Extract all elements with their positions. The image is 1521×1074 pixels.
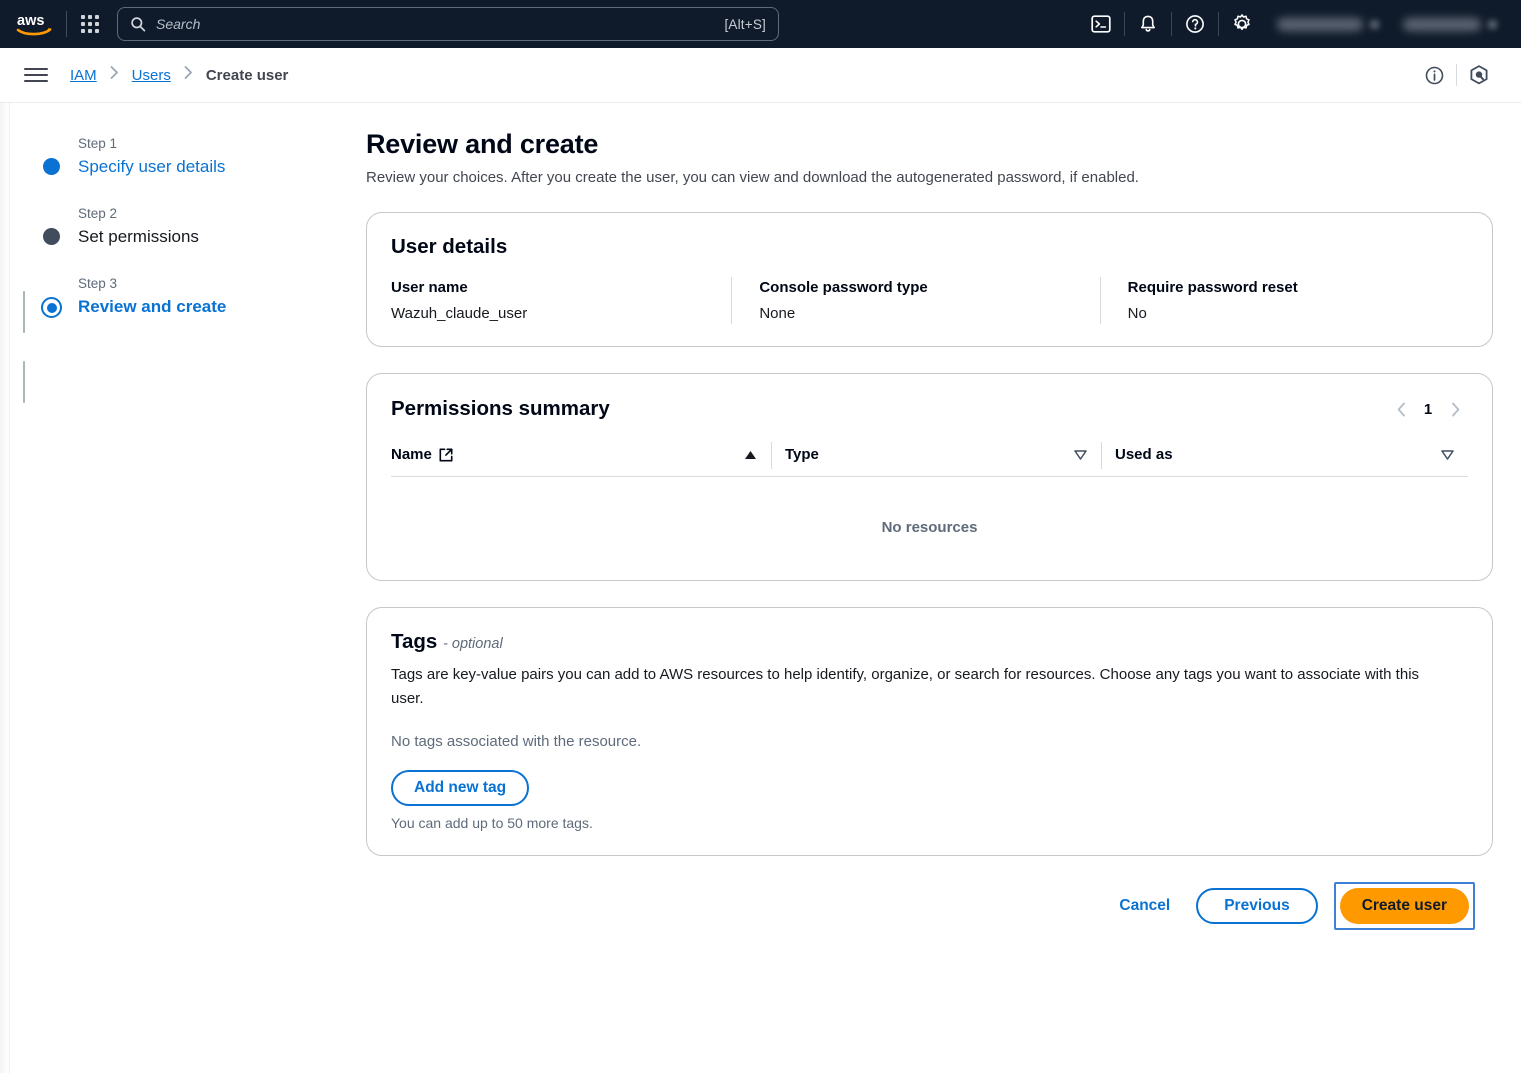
breadcrumb-item-users[interactable]: Users	[132, 67, 171, 84]
detail-console-password-type: Console password type None	[731, 279, 1099, 322]
account-label	[1403, 18, 1481, 31]
column-header-type[interactable]: Type	[771, 446, 1101, 463]
search-icon	[130, 16, 146, 32]
pagination-page-1[interactable]: 1	[1418, 401, 1438, 418]
user-details-card: User details User name Wazuh_claude_user…	[366, 212, 1493, 347]
region-selector[interactable]	[1265, 0, 1391, 48]
top-navigation-bar: aws [Alt+S]	[0, 0, 1521, 48]
external-link-icon	[439, 448, 453, 462]
wizard-step-2[interactable]: Step 2 Set permissions	[38, 205, 362, 248]
tags-optional-label: - optional	[443, 636, 503, 652]
previous-button[interactable]: Previous	[1196, 888, 1317, 924]
aws-logo[interactable]: aws	[14, 10, 56, 38]
breadcrumb: IAM Users Create user	[70, 66, 288, 84]
column-header-name[interactable]: Name	[391, 446, 771, 463]
step-connector	[23, 291, 26, 333]
breadcrumb-separator-icon	[110, 66, 119, 84]
create-user-button-focus-ring: Create user	[1334, 882, 1475, 930]
column-header-used-as[interactable]: Used as	[1101, 446, 1468, 463]
wizard-step-1[interactable]: Step 1 Specify user details	[38, 135, 362, 178]
step-dot-visited-icon	[43, 228, 60, 245]
notifications-bell-icon[interactable]	[1125, 0, 1171, 48]
settings-gear-icon[interactable]	[1219, 0, 1265, 48]
tags-limit-hint: You can add up to 50 more tags.	[391, 815, 1468, 831]
detail-user-name: User name Wazuh_claude_user	[391, 279, 731, 322]
breadcrumb-item-create-user: Create user	[206, 67, 289, 84]
step-connector	[23, 361, 26, 403]
permissions-summary-card: Permissions summary 1	[366, 373, 1493, 581]
main-content: Review and create Review your choices. A…	[362, 103, 1521, 1073]
sort-ascending-icon[interactable]	[744, 450, 771, 460]
page-body: Step 1 Specify user details Step 2 Set p…	[0, 103, 1521, 1073]
detail-label: User name	[391, 279, 707, 296]
detail-require-password-reset: Require password reset No	[1100, 279, 1468, 322]
top-nav-right-group	[1078, 0, 1509, 48]
step-1-kicker: Step 1	[78, 135, 362, 153]
table-header-row: Name	[391, 446, 1468, 477]
search-box[interactable]: [Alt+S]	[117, 7, 779, 41]
help-question-icon[interactable]	[1172, 0, 1218, 48]
detail-value: No	[1128, 305, 1444, 322]
column-header-label: Used as	[1115, 446, 1173, 463]
column-header-label: Type	[785, 446, 819, 463]
cloudshell-icon[interactable]	[1078, 0, 1124, 48]
step-1-title[interactable]: Specify user details	[78, 156, 362, 178]
pagination: 1	[1388, 396, 1468, 422]
create-user-button[interactable]: Create user	[1340, 888, 1469, 924]
sort-none-icon[interactable]	[1441, 450, 1468, 460]
user-details-grid: User name Wazuh_claude_user Console pass…	[391, 279, 1468, 322]
breadcrumb-separator-icon	[184, 66, 193, 84]
hamburger-menu-icon[interactable]	[24, 64, 48, 86]
chevron-down-icon	[1488, 20, 1497, 29]
detail-label: Require password reset	[1128, 279, 1444, 296]
apps-grid-icon[interactable]	[77, 11, 103, 37]
region-label	[1277, 18, 1363, 31]
step-3-title: Review and create	[78, 296, 362, 318]
page-subtitle: Review your choices. After you create th…	[366, 169, 1493, 186]
nav-divider	[66, 11, 67, 37]
add-new-tag-button[interactable]: Add new tag	[391, 770, 529, 806]
tags-description: Tags are key-value pairs you can add to …	[391, 663, 1431, 711]
user-details-heading: User details	[391, 235, 1468, 259]
detail-value: None	[759, 305, 1075, 322]
wizard-actions: Cancel Previous Create user	[366, 882, 1493, 930]
tags-heading: Tags - optional	[391, 630, 1468, 654]
side-panel-edge	[0, 103, 10, 1073]
search-input[interactable]	[156, 16, 724, 32]
chevron-left-icon	[1396, 402, 1407, 417]
sort-none-icon[interactable]	[1074, 450, 1101, 460]
wizard-step-navigation: Step 1 Specify user details Step 2 Set p…	[10, 103, 362, 1073]
pagination-next-button[interactable]	[1442, 396, 1468, 422]
column-header-label: Name	[391, 446, 432, 463]
step-dot-current-icon	[41, 297, 62, 318]
breadcrumb-item-iam[interactable]: IAM	[70, 67, 97, 84]
breadcrumb-bar: IAM Users Create user	[0, 48, 1521, 103]
svg-text:aws: aws	[17, 13, 44, 29]
wizard-step-3: Step 3 Review and create	[38, 275, 362, 318]
pagination-previous-button[interactable]	[1388, 396, 1414, 422]
permissions-summary-heading: Permissions summary	[391, 397, 610, 421]
tags-heading-label: Tags	[391, 630, 437, 653]
permissions-summary-header: Permissions summary 1	[391, 396, 1468, 422]
account-menu[interactable]	[1391, 0, 1509, 48]
tags-card: Tags - optional Tags are key-value pairs…	[366, 607, 1493, 856]
step-2-title[interactable]: Set permissions	[78, 226, 362, 248]
step-3-kicker: Step 3	[78, 275, 362, 293]
chevron-right-icon	[1450, 402, 1461, 417]
page-title: Review and create	[366, 129, 1493, 160]
search-shortcut-hint: [Alt+S]	[724, 17, 766, 32]
table-empty-state: No resources	[391, 477, 1468, 556]
step-2-kicker: Step 2	[78, 205, 362, 223]
aws-console-page: aws [Alt+S]	[0, 0, 1521, 1074]
detail-label: Console password type	[759, 279, 1075, 296]
step-dot-complete-icon	[43, 158, 60, 175]
detail-value: Wazuh_claude_user	[391, 305, 707, 322]
info-icon[interactable]	[1412, 53, 1456, 97]
amazon-q-icon[interactable]	[1457, 53, 1501, 97]
tags-empty-state: No tags associated with the resource.	[391, 733, 1468, 750]
breadcrumb-right-actions	[1412, 53, 1501, 97]
chevron-down-icon	[1370, 20, 1379, 29]
permissions-table: Name	[391, 446, 1468, 556]
cancel-button[interactable]: Cancel	[1109, 889, 1180, 923]
